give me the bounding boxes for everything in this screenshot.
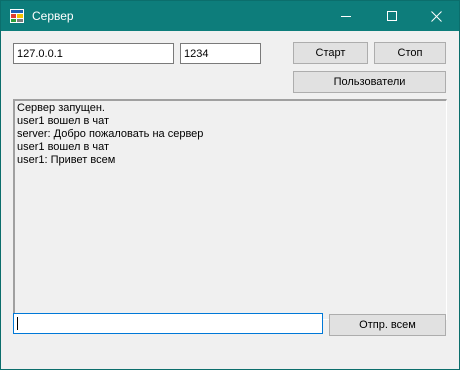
minimize-button[interactable] xyxy=(323,1,369,31)
close-icon xyxy=(430,10,442,22)
server-window: Сервер Старт Стоп Пользователи Сервер за xyxy=(0,0,460,370)
text-caret xyxy=(17,317,18,330)
close-button[interactable] xyxy=(413,1,459,31)
maximize-button[interactable] xyxy=(369,1,415,31)
users-button[interactable]: Пользователи xyxy=(293,71,446,93)
send-all-button[interactable]: Отпр. всем xyxy=(329,314,446,336)
chat-log-lines: Сервер запущен. user1 вошел в чат server… xyxy=(17,102,444,167)
log-line: Сервер запущен. xyxy=(17,102,105,114)
message-input[interactable] xyxy=(13,313,323,334)
port-input[interactable] xyxy=(180,43,261,64)
client-area: Старт Стоп Пользователи Сервер запущен. … xyxy=(1,31,459,369)
log-line: server: Добро пожаловать на сервер xyxy=(17,128,204,140)
chat-log[interactable]: Сервер запущен. user1 вошел в чат server… xyxy=(13,99,447,320)
stop-button[interactable]: Стоп xyxy=(374,42,446,64)
ip-address-input[interactable] xyxy=(13,43,174,64)
log-line: user1 вошел в чат xyxy=(17,115,110,127)
app-icon xyxy=(10,9,24,23)
window-title: Сервер xyxy=(32,9,74,23)
maximize-icon xyxy=(387,11,397,21)
minimize-icon xyxy=(341,16,351,17)
log-line: user1: Привет всем xyxy=(17,154,116,166)
start-button[interactable]: Старт xyxy=(293,42,368,64)
log-line: user1 вошел в чат xyxy=(17,141,110,153)
title-bar[interactable]: Сервер xyxy=(1,1,459,31)
